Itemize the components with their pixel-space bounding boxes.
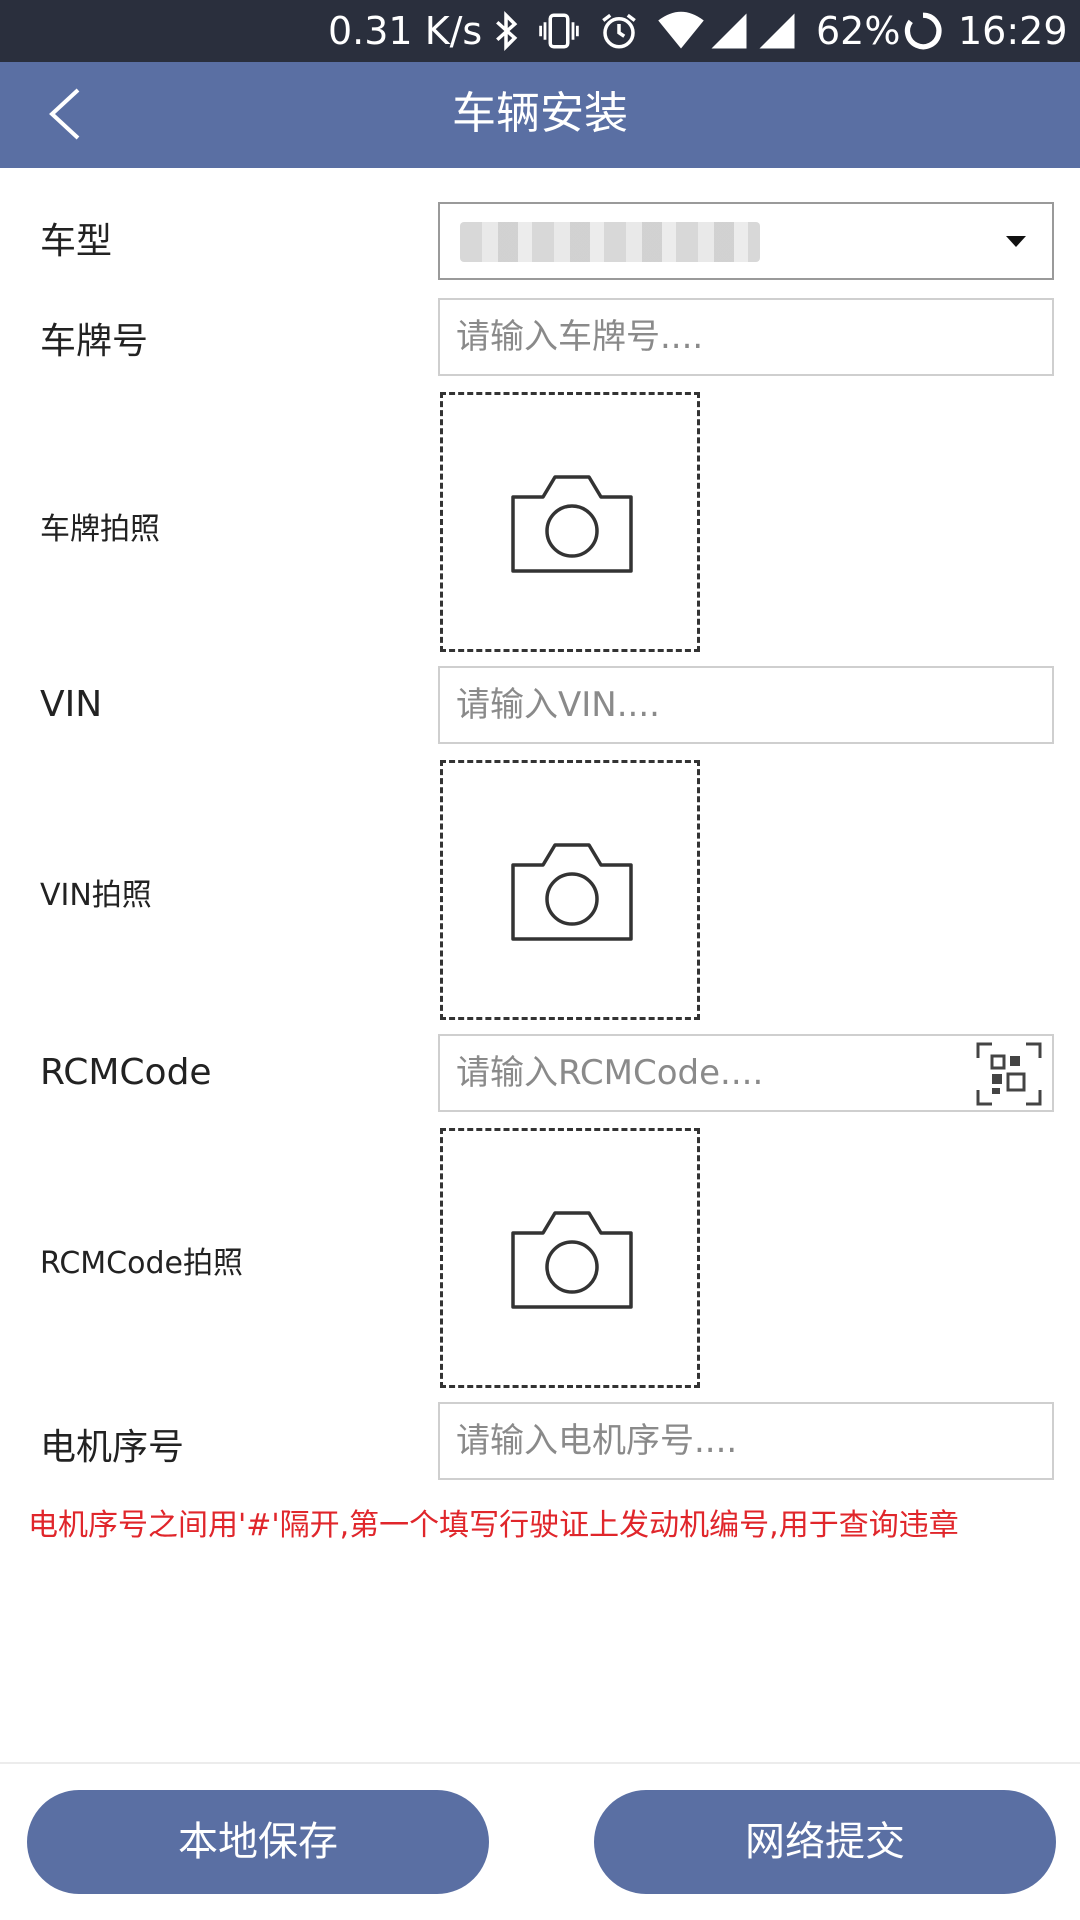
vehicle-type-select[interactable] [438,202,1054,280]
loading-icon [904,12,942,50]
submit-network-button[interactable]: 网络提交 [594,1790,1056,1894]
signal-icon [711,13,747,49]
motor-hint-text: 电机序号之间用'#'隔开,第一个填写行驶证上发动机编号,用于查询违章 [28,1508,959,1543]
net-speed: 0.31 K/s [328,9,483,53]
plate-input[interactable]: 请输入车牌号.... [438,298,1054,376]
divider [0,1762,1080,1764]
status-bar: 0.31 K/s 62% 16:29 [0,0,1080,62]
motor-input[interactable]: 请输入电机序号.... [438,1402,1054,1480]
bluetooth-icon [496,11,518,51]
camera-icon [511,475,633,573]
plate-photo-button[interactable] [440,392,700,652]
rcm-input[interactable]: 请输入RCMCode.... [438,1034,1054,1112]
plate-placeholder: 请输入车牌号.... [456,317,704,357]
vibrate-icon [539,13,579,49]
rcm-placeholder: 请输入RCMCode.... [456,1053,764,1093]
vin-label: VIN [40,684,103,725]
dropdown-caret-icon [1006,236,1026,247]
battery-percent: 62% [816,9,901,53]
rcm-photo-label: RCMCode拍照 [40,1246,243,1281]
camera-icon [511,1211,633,1309]
vin-input[interactable]: 请输入VIN.... [438,666,1054,744]
motor-label: 电机序号 [40,1427,185,1468]
page-title: 车辆安装 [452,88,628,139]
selected-value-blurred [460,222,760,262]
vin-photo-label: VIN拍照 [40,878,152,913]
camera-icon [511,843,633,941]
plate-photo-label: 车牌拍照 [40,512,160,547]
signal-icon [759,13,795,49]
motor-placeholder: 请输入电机序号.... [456,1421,738,1461]
save-local-button[interactable]: 本地保存 [27,1790,489,1894]
plate-label: 车牌号 [40,321,149,362]
qr-scan-icon[interactable] [976,1042,1042,1106]
alarm-icon [602,13,636,49]
vin-photo-button[interactable] [440,760,700,1020]
wifi-icon [658,11,704,49]
rcm-label: RCMCode [40,1052,212,1093]
vehicle-type-label: 车型 [40,221,113,262]
rcm-photo-button[interactable] [440,1128,700,1388]
app-bar: 车辆安装 [0,62,1080,168]
vin-placeholder: 请输入VIN.... [456,685,660,725]
clock: 16:29 [958,9,1068,53]
